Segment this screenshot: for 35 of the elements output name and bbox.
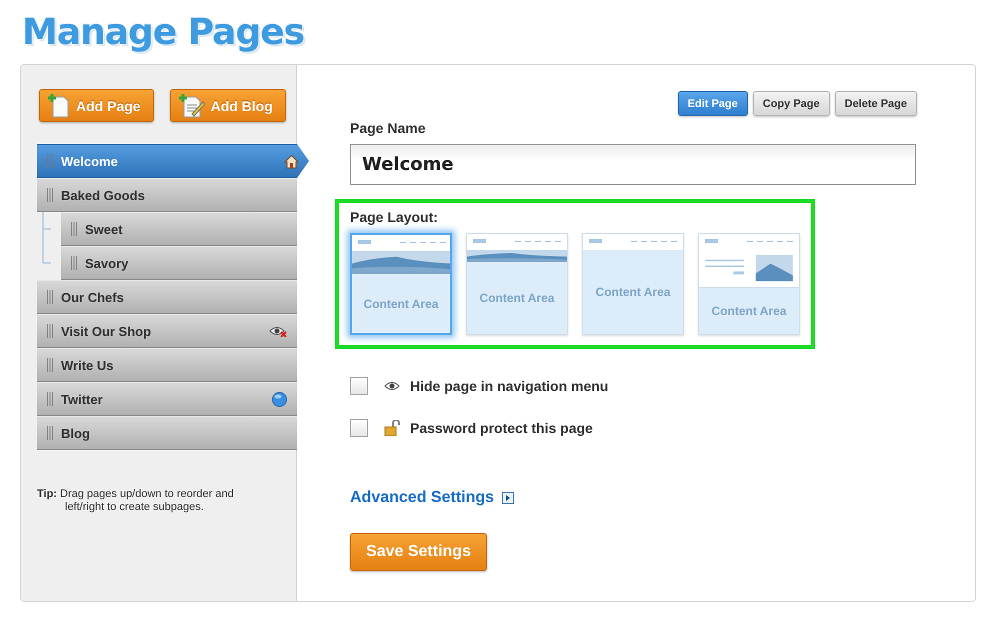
- landscape-icon: [352, 251, 450, 274]
- add-document-icon: [178, 94, 205, 118]
- page-list-item[interactable]: Write Us: [37, 348, 297, 382]
- page-list-item[interactable]: Twitter: [37, 382, 297, 416]
- option-label: Hide page in navigation menu: [410, 378, 608, 394]
- advanced-settings-link[interactable]: Advanced Settings: [350, 489, 494, 507]
- nav-bar-icon: [352, 235, 450, 251]
- page-name-label: Page Name: [350, 120, 426, 136]
- nav-bar-icon: [583, 234, 683, 250]
- checkbox[interactable]: [350, 377, 368, 395]
- landscape-icon: [467, 250, 567, 262]
- globe-icon: [272, 392, 287, 406]
- checkbox[interactable]: [350, 419, 368, 437]
- page-name-field[interactable]: Welcome: [350, 144, 916, 185]
- nav-bar-icon: [699, 234, 799, 250]
- toolbar-button[interactable]: Copy Page: [752, 91, 830, 116]
- tip-text: Tip: Drag pages up/down to reorder and left/right to create subpages.: [37, 488, 235, 514]
- page-list-item[interactable]: Blog: [37, 416, 297, 450]
- nav-bar-icon: [467, 234, 567, 250]
- house-icon: [284, 154, 299, 168]
- padlock-icon: [384, 420, 400, 436]
- add-page-icon: [48, 94, 70, 118]
- page-list-item[interactable]: Sweet: [61, 212, 297, 246]
- eye-icon: [384, 381, 400, 391]
- page-list-item[interactable]: Visit Our Shop: [37, 314, 297, 348]
- page-list-item[interactable]: Welcome: [37, 144, 309, 178]
- page-title: Manage Pages: [22, 11, 304, 55]
- option-label: Password protect this page: [410, 420, 593, 436]
- page-list-item[interactable]: Baked Goods: [37, 178, 297, 212]
- page-layout-label: Page Layout:: [350, 209, 439, 225]
- page-list-item[interactable]: Our Chefs: [37, 280, 297, 314]
- hidden-eye-icon: [269, 325, 287, 337]
- text-image-icon: [699, 250, 799, 288]
- toolbar-button[interactable]: Delete Page: [834, 91, 917, 116]
- page-list-item[interactable]: Savory: [61, 246, 297, 280]
